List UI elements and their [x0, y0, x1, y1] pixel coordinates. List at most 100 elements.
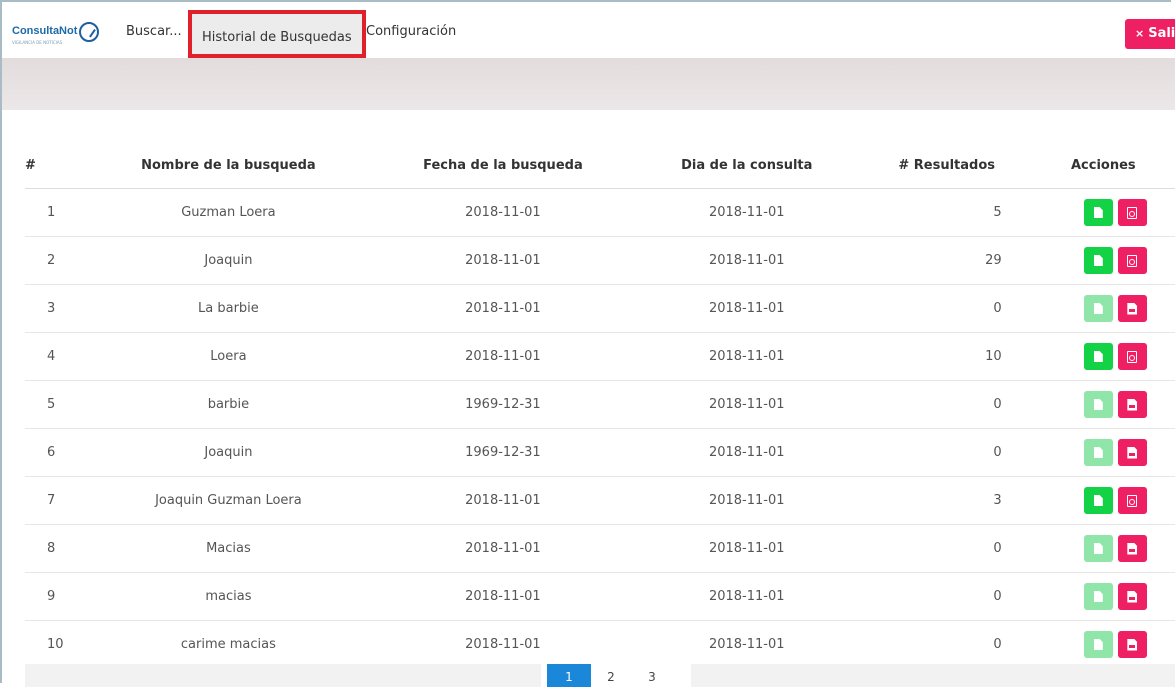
logout-label: Sali	[1148, 26, 1175, 41]
export-pdf-button[interactable]	[1117, 343, 1147, 370]
pdf-icon	[1127, 590, 1138, 603]
export-pdf-button[interactable]	[1117, 439, 1147, 466]
row-date: 2018-11-01	[373, 476, 633, 525]
nav-configuracion[interactable]: Configuración	[366, 12, 456, 52]
row-actions	[1031, 188, 1175, 237]
table-row: 8 Macias 2018-11-01 2018-11-01 0	[25, 524, 1175, 573]
document-icon	[1093, 255, 1103, 266]
view-document-button[interactable]	[1083, 487, 1113, 514]
row-actions	[1031, 572, 1175, 621]
view-document-button[interactable]	[1083, 631, 1113, 658]
row-day: 2018-11-01	[632, 380, 861, 429]
view-document-button[interactable]	[1083, 199, 1113, 226]
row-name: Loera	[83, 332, 374, 381]
row-num: 5	[25, 380, 84, 429]
page-link-2[interactable]: 2	[591, 664, 631, 687]
export-pdf-button[interactable]	[1117, 391, 1147, 418]
action-buttons	[1033, 631, 1174, 658]
logo-text: ConsultaNot	[12, 25, 78, 37]
action-buttons	[1033, 391, 1174, 418]
export-pdf-button[interactable]	[1117, 199, 1147, 226]
row-num: 7	[25, 476, 84, 525]
document-icon	[1093, 543, 1103, 554]
view-document-button[interactable]	[1083, 247, 1113, 274]
table-row: 4 Loera 2018-11-01 2018-11-01 10	[25, 332, 1175, 381]
row-actions	[1031, 524, 1175, 573]
document-icon	[1093, 591, 1103, 602]
row-actions	[1031, 284, 1175, 333]
export-pdf-button[interactable]	[1117, 631, 1147, 658]
view-document-button[interactable]	[1083, 391, 1113, 418]
action-buttons	[1033, 247, 1174, 274]
pagination: 123	[541, 664, 691, 687]
logout-button[interactable]: × Sali	[1125, 19, 1175, 49]
col-header-results: # Resultados	[860, 142, 1032, 189]
export-pdf-button[interactable]	[1117, 247, 1147, 274]
row-results: 29	[860, 236, 1032, 285]
table-header-row: # Nombre de la busqueda Fecha de la busq…	[25, 142, 1175, 189]
row-name: Joaquin Guzman Loera	[83, 476, 374, 525]
export-pdf-button[interactable]	[1117, 295, 1147, 322]
row-day: 2018-11-01	[632, 476, 861, 525]
nav-historial-busquedas[interactable]: Historial de Busquedas	[188, 10, 366, 58]
col-header-name: Nombre de la busqueda	[83, 142, 374, 189]
row-num: 2	[25, 236, 84, 285]
col-header-day: Dia de la consulta	[632, 142, 861, 189]
row-actions	[1031, 476, 1175, 525]
row-date: 1969-12-31	[373, 428, 633, 477]
row-actions	[1031, 380, 1175, 429]
row-results: 3	[860, 476, 1032, 525]
view-document-button[interactable]	[1083, 583, 1113, 610]
pdf-icon	[1127, 494, 1138, 507]
logo-compass-icon	[79, 22, 100, 42]
action-buttons	[1033, 487, 1174, 514]
document-icon	[1093, 639, 1103, 650]
action-buttons	[1033, 535, 1174, 562]
document-icon	[1093, 495, 1103, 506]
row-num: 1	[25, 188, 84, 237]
row-name: Macias	[83, 524, 374, 573]
view-document-button[interactable]	[1083, 343, 1113, 370]
view-document-button[interactable]	[1083, 439, 1113, 466]
row-name: Joaquin	[83, 428, 374, 477]
document-icon	[1093, 399, 1103, 410]
row-day: 2018-11-01	[632, 428, 861, 477]
action-buttons	[1033, 439, 1174, 466]
page-link-3[interactable]: 3	[631, 664, 673, 687]
row-actions	[1031, 620, 1175, 669]
row-results: 5	[860, 188, 1032, 237]
row-num: 9	[25, 572, 84, 621]
row-day: 2018-11-01	[632, 236, 861, 285]
document-icon	[1093, 447, 1103, 458]
close-icon: ×	[1135, 27, 1145, 40]
row-results: 0	[860, 428, 1032, 477]
export-pdf-button[interactable]	[1117, 487, 1147, 514]
brand-logo[interactable]: ConsultaNot VIGILANCIA DE NOTICIAS	[12, 18, 112, 46]
row-date: 1969-12-31	[373, 380, 633, 429]
row-results: 0	[860, 572, 1032, 621]
row-name: Joaquin	[83, 236, 374, 285]
pdf-icon	[1127, 254, 1138, 267]
row-name: carime macias	[83, 620, 374, 669]
col-header-num: #	[25, 142, 84, 189]
table-row: 10 carime macias 2018-11-01 2018-11-01 0	[25, 620, 1175, 669]
view-document-button[interactable]	[1083, 535, 1113, 562]
export-pdf-button[interactable]	[1117, 535, 1147, 562]
row-results: 0	[860, 524, 1032, 573]
action-buttons	[1033, 295, 1174, 322]
row-num: 6	[25, 428, 84, 477]
row-day: 2018-11-01	[632, 620, 861, 669]
view-document-button[interactable]	[1083, 295, 1113, 322]
col-header-actions: Acciones	[1031, 142, 1175, 189]
row-day: 2018-11-01	[632, 332, 861, 381]
row-date: 2018-11-01	[373, 332, 633, 381]
top-navbar: ConsultaNot VIGILANCIA DE NOTICIAS Busca…	[2, 2, 1175, 58]
nav-buscar[interactable]: Buscar...	[126, 12, 182, 52]
row-date: 2018-11-01	[373, 620, 633, 669]
export-pdf-button[interactable]	[1117, 583, 1147, 610]
row-actions	[1031, 332, 1175, 381]
page-link-1[interactable]: 1	[547, 664, 591, 687]
pagination-bar: 123	[25, 664, 1175, 687]
row-num: 8	[25, 524, 84, 573]
row-num: 3	[25, 284, 84, 333]
